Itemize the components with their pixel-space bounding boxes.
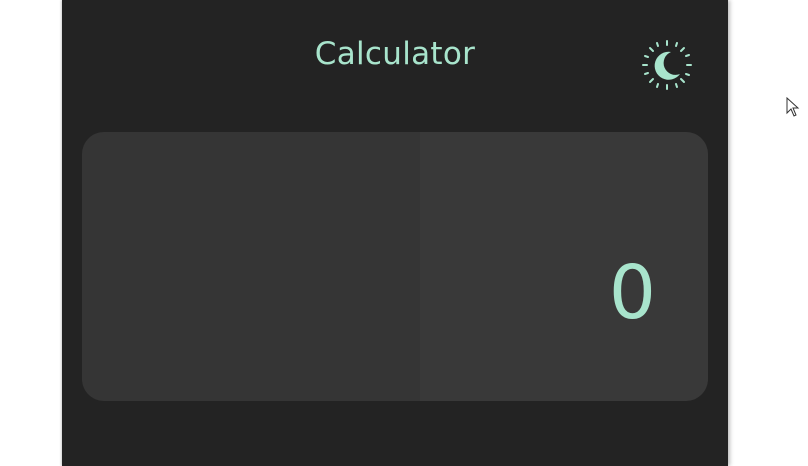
page: Calculator 0 [0,0,808,466]
moon-sun-icon [642,40,692,90]
display-shade [420,132,708,401]
mouse-pointer-icon [786,97,800,117]
display-value: 0 [608,250,656,336]
display-screen: 0 [82,132,708,401]
theme-toggle-button[interactable] [640,38,694,92]
calculator-panel: Calculator 0 [62,0,728,466]
page-title: Calculator [314,36,476,72]
